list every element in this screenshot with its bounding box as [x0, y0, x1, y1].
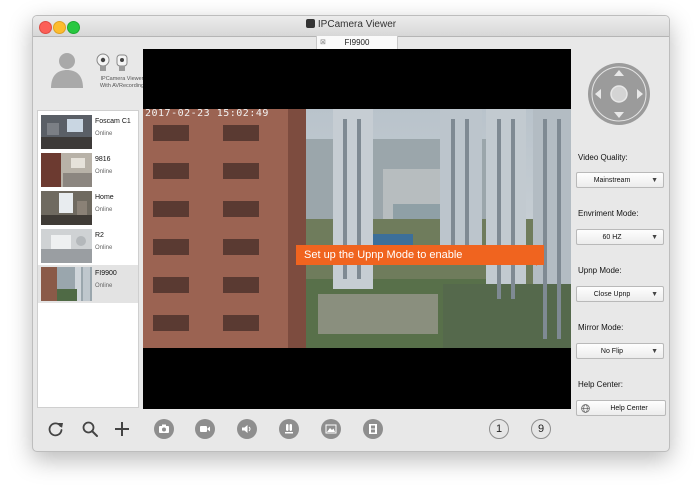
upnp-hint-callout: Set up the Upnp Mode to enable — [296, 245, 544, 265]
callout-pointer — [536, 260, 542, 266]
environment-mode-label: Envriment Mode: — [578, 209, 639, 218]
chevron-down-icon: ▼ — [651, 234, 658, 241]
device-status: Online — [95, 131, 113, 137]
video-quality-value: Mainstream — [593, 177, 631, 184]
audio-button[interactable] — [237, 419, 257, 439]
upnp-mode-label: Upnp Mode: — [578, 266, 622, 275]
add-icon[interactable] — [113, 420, 131, 438]
app-profile: IPCamera Viewer With AVRecording — [47, 50, 147, 90]
device-name: FI9900 — [95, 270, 117, 277]
chevron-down-icon: ▼ — [651, 177, 658, 184]
video-viewport[interactable]: 2017-02-23 15:02:49 — [143, 49, 571, 409]
device-item-r2[interactable]: R2 Online — [38, 227, 138, 265]
device-name: 9816 — [95, 156, 111, 163]
tab-label: FI9900 — [344, 38, 370, 47]
device-thumbnail — [41, 267, 92, 301]
snapshot-button[interactable] — [154, 419, 174, 439]
device-name: Foscam C1 — [95, 118, 131, 125]
help-center-label: Help Center: — [578, 380, 623, 389]
window-title-text: IPCamera Viewer — [317, 19, 397, 30]
video-quality-label: Video Quality: — [578, 153, 628, 162]
environment-mode-select[interactable]: 60 HZ ▼ — [576, 229, 664, 245]
talk-button[interactable] — [279, 419, 299, 439]
webcam-icon — [96, 53, 128, 71]
help-center-button-label: Help Center — [610, 405, 648, 412]
help-center-button[interactable]: Help Center — [576, 400, 666, 416]
upnp-mode-value: Close Upnp — [593, 291, 631, 298]
gallery-button[interactable] — [321, 419, 341, 439]
layout-nine-button[interactable]: 9 — [531, 419, 551, 439]
refresh-icon[interactable] — [47, 420, 65, 438]
mirror-mode-select[interactable]: No Flip ▼ — [576, 343, 664, 359]
ptz-direction-pad[interactable] — [587, 62, 651, 126]
playback-button[interactable] — [363, 419, 383, 439]
chevron-down-icon: ▼ — [651, 291, 658, 298]
user-avatar-icon — [51, 53, 83, 88]
device-item-home[interactable]: Home Online — [38, 189, 138, 227]
device-status: Online — [95, 245, 113, 251]
device-status: Online — [95, 169, 113, 175]
device-name: R2 — [95, 232, 104, 239]
mirror-mode-label: Mirror Mode: — [578, 323, 624, 332]
device-item-foscam-c1[interactable]: Foscam C1 Online — [38, 113, 138, 151]
device-status: Online — [95, 207, 113, 213]
record-button[interactable] — [195, 419, 215, 439]
device-thumbnail — [41, 115, 92, 149]
mirror-mode-value: No Flip — [600, 348, 624, 355]
device-item-9816[interactable]: 9816 Online — [38, 151, 138, 189]
video-camera-icon — [200, 426, 210, 432]
device-thumbnail — [41, 191, 92, 225]
device-thumbnail — [41, 229, 92, 263]
video-quality-select[interactable]: Mainstream ▼ — [576, 172, 664, 188]
speaker-icon — [242, 425, 251, 433]
title-bar: IPCamera Viewer — [33, 16, 669, 37]
device-list: Foscam C1 Online 9816 Online Home Online — [37, 110, 139, 408]
camera-icon — [159, 424, 169, 433]
globe-icon — [581, 404, 590, 413]
video-timestamp: 2017-02-23 15:02:49 — [145, 108, 269, 119]
image-icon — [325, 424, 337, 434]
app-window: IPCamera Viewer ⊠ FI9900 IPCamera Viewer… — [32, 15, 670, 452]
chevron-down-icon: ▼ — [651, 348, 658, 355]
app-icon — [305, 19, 315, 28]
film-icon — [369, 424, 377, 434]
upnp-mode-select[interactable]: Close Upnp ▼ — [576, 286, 664, 302]
window-title: IPCamera Viewer — [33, 19, 669, 30]
live-video-frame — [143, 109, 571, 348]
close-tab-icon[interactable]: ⊠ — [320, 36, 326, 50]
device-status: Online — [95, 283, 113, 289]
device-item-fi9900[interactable]: FI9900 Online — [38, 265, 138, 303]
environment-mode-value: 60 HZ — [602, 234, 622, 241]
search-icon[interactable] — [81, 420, 99, 438]
device-thumbnail — [41, 153, 92, 187]
layout-single-button[interactable]: 1 — [489, 419, 509, 439]
talk-icon — [285, 424, 293, 434]
device-name: Home — [95, 194, 114, 201]
